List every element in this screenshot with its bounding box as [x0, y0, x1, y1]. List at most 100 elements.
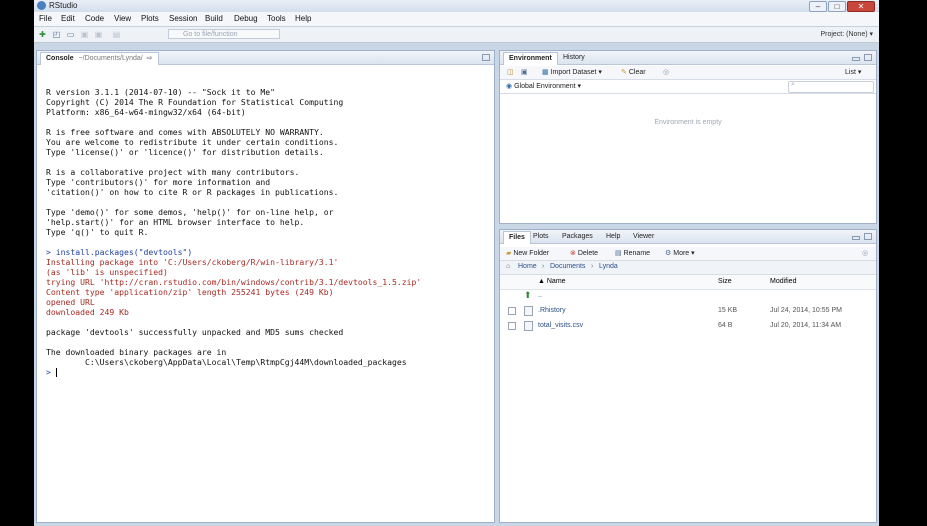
row-checkbox[interactable] — [508, 322, 516, 330]
folder-plus-icon: ▰ — [506, 250, 512, 257]
row-checkbox[interactable] — [508, 307, 516, 315]
menu-bar: File Edit Code View Plots Session Build … — [34, 12, 879, 27]
menu-edit[interactable]: Edit — [61, 14, 75, 23]
tab-console[interactable]: Console ~/Documents/Lynda/ ⇨ — [40, 52, 159, 65]
text-cursor — [55, 368, 57, 377]
new-folder-label: New Folder — [513, 250, 550, 257]
console-line: The downloaded binary packages are in — [46, 347, 227, 357]
tab-files[interactable]: Files — [503, 231, 531, 244]
import-dataset-button[interactable]: ▦ Import Dataset ▾ — [542, 68, 602, 76]
new-folder-button[interactable]: ▰ New Folder — [506, 249, 549, 257]
main-toolbar: ✚ ◰ ▭ ▣ ▣ ▤ Go to file/function Project:… — [34, 27, 879, 43]
console-line: Platform: x86_64-w64-mingw32/x64 (64-bit… — [46, 107, 246, 117]
console-line: > install.packages("devtools") — [46, 247, 193, 257]
files-minimize-icon[interactable] — [852, 236, 860, 240]
breadcrumb-separator-icon: › — [542, 263, 545, 270]
maximize-button[interactable]: □ — [828, 1, 846, 12]
console-line: R version 3.1.1 (2014-07-10) -- "Sock it… — [46, 87, 276, 97]
console-line: C:\Users\ckoberg\AppData\Local\Temp\Rtmp… — [46, 357, 407, 367]
console-line: (as 'lib' is unspecified) — [46, 267, 168, 277]
close-window-button[interactable]: ✕ — [847, 1, 875, 12]
environment-search-input[interactable]: ⌕ — [788, 81, 874, 93]
table-row[interactable]: .Rhistory 15 KB Jul 24, 2014, 10:55 PM — [500, 304, 876, 318]
console-prompt-line[interactable]: > — [46, 367, 485, 377]
tab-viewer[interactable]: Viewer — [628, 231, 659, 243]
file-name[interactable]: .Rhistory — [538, 307, 566, 314]
project-menu[interactable]: Project: (None) ▾ — [820, 30, 873, 38]
save-icon[interactable]: ▣ — [80, 30, 89, 39]
files-refresh-icon[interactable]: ◎ — [862, 249, 868, 257]
rename-button[interactable]: ▤ Rename — [615, 249, 650, 257]
save-all-icon[interactable]: ▣ — [94, 30, 103, 39]
console-line: downloaded 249 Kb — [46, 307, 129, 317]
console-line: package 'devtools' successfully unpacked… — [46, 327, 344, 337]
menu-file[interactable]: File — [39, 14, 52, 23]
gear-icon: ⚙ — [665, 250, 672, 257]
files-tabstrip: Files Plots Packages Help Viewer — [500, 230, 876, 244]
environment-pane: Environment History ◫ ▣ ▦ Import Dataset… — [499, 50, 877, 224]
csv-file-icon — [524, 321, 533, 331]
column-modified-header[interactable]: Modified — [770, 278, 796, 285]
console-pane: Console ~/Documents/Lynda/ ⇨ R version 3… — [36, 50, 495, 523]
go-to-directory-icon[interactable]: ⇨ — [147, 55, 153, 62]
file-size: 64 B — [718, 322, 733, 329]
environment-empty-message: Environment is empty — [654, 119, 722, 126]
breadcrumb-lynda[interactable]: Lynda — [599, 263, 618, 270]
load-workspace-icon[interactable]: ◫ — [507, 68, 514, 76]
go-to-file-input[interactable]: Go to file/function — [168, 29, 280, 39]
tab-environment[interactable]: Environment — [503, 52, 558, 65]
clear-button[interactable]: ✎ Clear — [621, 68, 646, 76]
home-icon: ⌂ — [506, 263, 511, 270]
files-maximize-icon[interactable] — [864, 233, 872, 240]
new-file-icon[interactable]: ✚ — [38, 30, 47, 39]
global-environment-dropdown[interactable]: ◉ Global Environment ▾ — [506, 82, 581, 90]
print-icon[interactable]: ▤ — [112, 30, 121, 39]
minimize-button[interactable]: – — [809, 1, 827, 12]
console-line: Copyright (C) 2014 The R Foundation for … — [46, 97, 344, 107]
console-output[interactable]: R version 3.1.1 (2014-07-10) -- "Sock it… — [37, 73, 494, 522]
console-maximize-icon[interactable] — [482, 54, 490, 61]
tab-history[interactable]: History — [558, 52, 590, 64]
file-modified: Jul 20, 2014, 11:34 AM — [770, 322, 842, 329]
console-tab-label: Console — [46, 55, 74, 62]
parent-directory-row[interactable]: ⬆ .. — [500, 289, 876, 303]
file-name[interactable]: total_visits.csv — [538, 322, 583, 329]
breadcrumb-documents[interactable]: Documents — [550, 263, 585, 270]
column-name-header[interactable]: ▲ Name — [538, 278, 566, 285]
parent-directory-link[interactable]: .. — [538, 292, 542, 299]
menu-session[interactable]: Session — [169, 14, 197, 23]
list-view-button[interactable]: List ▾ — [845, 68, 861, 76]
menu-view[interactable]: View — [114, 14, 131, 23]
tab-packages[interactable]: Packages — [557, 231, 598, 243]
menu-plots[interactable]: Plots — [141, 14, 159, 23]
table-row[interactable]: total_visits.csv 64 B Jul 20, 2014, 11:3… — [500, 319, 876, 333]
more-button[interactable]: ⚙ More ▾ — [665, 249, 695, 257]
env-maximize-icon[interactable] — [864, 54, 872, 61]
menu-help[interactable]: Help — [295, 14, 311, 23]
window-title: RStudio — [49, 1, 78, 10]
env-minimize-icon[interactable] — [852, 57, 860, 61]
console-path: ~/Documents/Lynda/ — [78, 55, 143, 62]
console-line: trying URL 'http://cran.rstudio.com/bin/… — [46, 277, 422, 287]
refresh-icon[interactable]: ◎ — [663, 68, 669, 76]
files-toolbar: ▰ New Folder ⊗ Delete ▤ Rename ⚙ More ▾ … — [500, 247, 876, 261]
menu-build[interactable]: Build — [205, 14, 223, 23]
open-file-icon[interactable]: ▭ — [66, 30, 75, 39]
breadcrumb-home[interactable]: Home — [518, 263, 537, 270]
file-modified: Jul 24, 2014, 10:55 PM — [770, 307, 842, 314]
menu-code[interactable]: Code — [85, 14, 104, 23]
environment-tabstrip: Environment History — [500, 51, 876, 65]
save-workspace-icon[interactable]: ▣ — [521, 68, 528, 76]
delete-button[interactable]: ⊗ Delete — [570, 249, 598, 257]
menu-debug[interactable]: Debug — [234, 14, 258, 23]
column-size-header[interactable]: Size — [718, 278, 732, 285]
tab-plots[interactable]: Plots — [528, 231, 554, 243]
new-project-icon[interactable]: ◰ — [52, 30, 61, 39]
menu-tools[interactable]: Tools — [267, 14, 286, 23]
console-line: You are welcome to redistribute it under… — [46, 137, 339, 147]
tab-help[interactable]: Help — [601, 231, 625, 243]
